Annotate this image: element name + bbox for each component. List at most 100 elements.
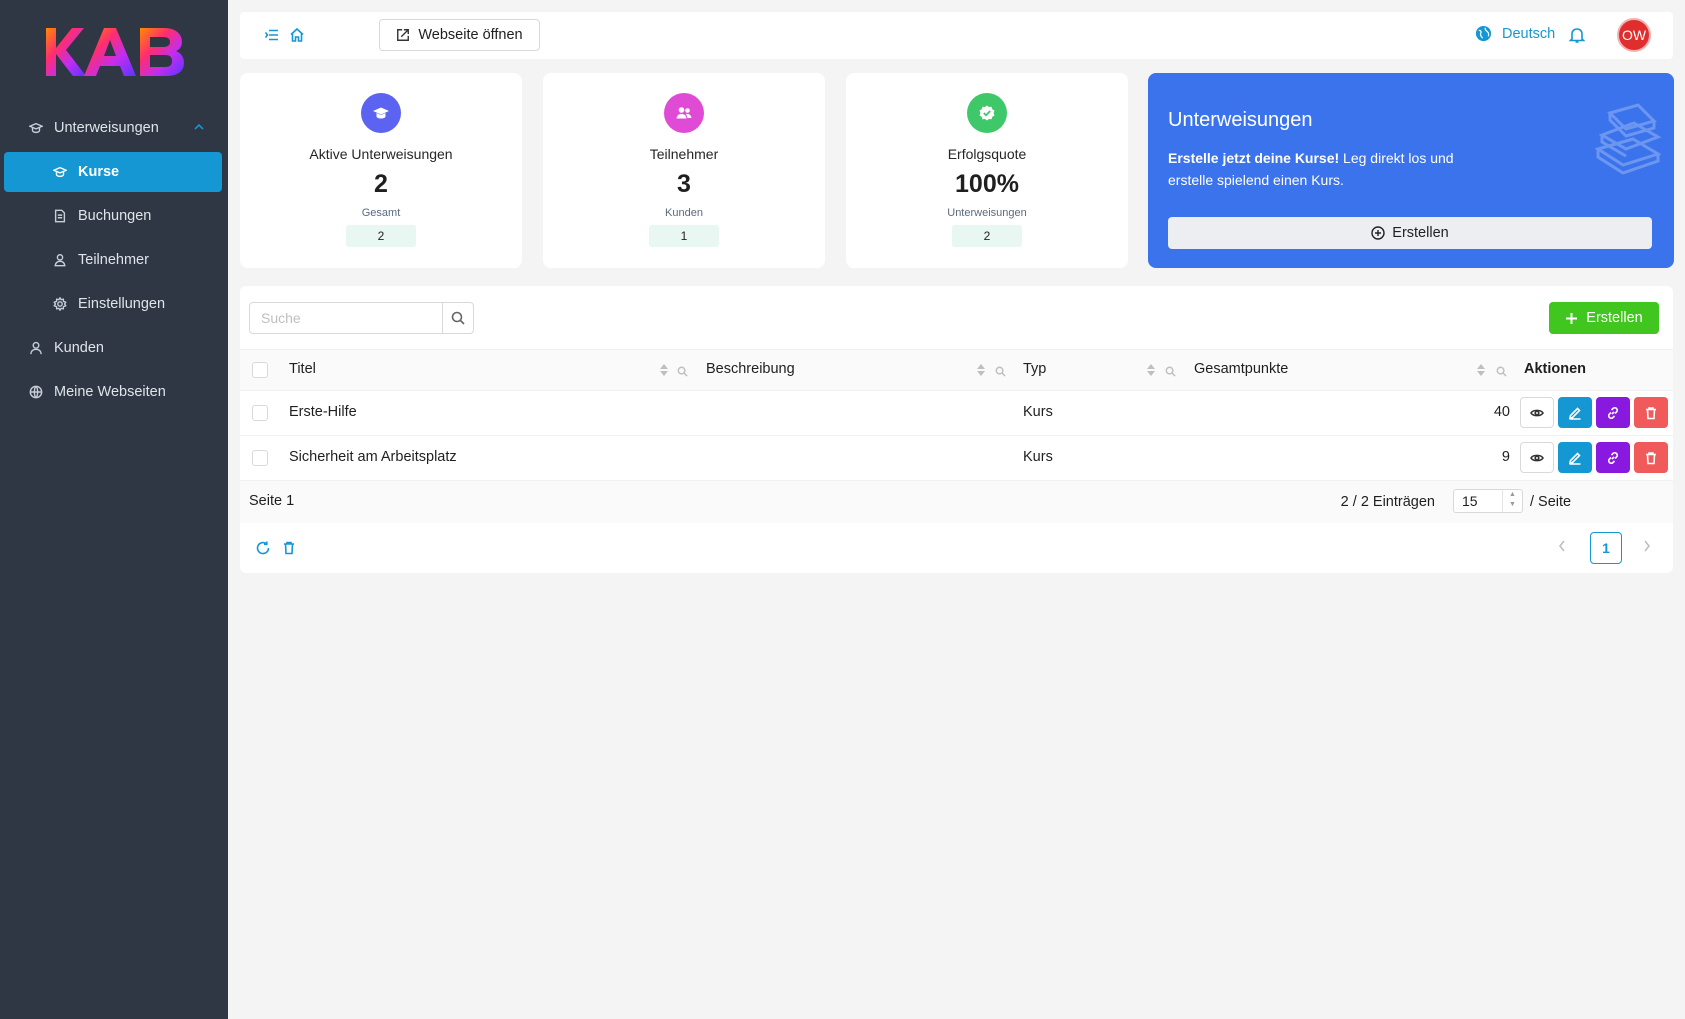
gear-icon <box>52 296 68 312</box>
stat-card-success-rate: Erfolgsquote 100% Unterweisungen 2 <box>846 73 1128 268</box>
person-icon <box>52 252 68 268</box>
edit-button[interactable] <box>1558 442 1592 473</box>
search-box <box>249 302 474 334</box>
page-label: Seite 1 <box>249 493 295 509</box>
promo-title: Unterweisungen <box>1168 109 1313 131</box>
table-footer: Seite 1 2 / 2 Einträgen 15 ▲ ▼ / Seite <box>240 481 1673 523</box>
eye-icon <box>1530 409 1544 416</box>
page-size-stepper[interactable]: 15 ▲ ▼ <box>1453 489 1523 513</box>
trash-icon <box>1646 451 1656 464</box>
sidebar-item-kunden[interactable]: Kunden <box>0 326 228 370</box>
language-label: Deutsch <box>1502 25 1556 42</box>
filter-search-icon[interactable] <box>677 364 689 377</box>
graduation-cap-icon <box>52 164 68 180</box>
cell-points: 9 <box>1501 449 1510 465</box>
stat-sub-label: Kunden <box>665 207 703 219</box>
users-icon <box>664 93 704 133</box>
language-selector[interactable]: Deutsch <box>1475 25 1555 42</box>
stat-badge: 2 <box>952 225 1022 247</box>
stat-label: Aktive Unterweisungen <box>309 146 453 162</box>
filter-search-icon[interactable] <box>1165 364 1177 377</box>
column-header-total-points[interactable]: Gesamtpunkte <box>1194 361 1288 377</box>
sidebar-item-einstellungen[interactable]: Einstellungen <box>0 282 228 326</box>
column-header-description[interactable]: Beschreibung <box>706 361 795 377</box>
sidebar-item-unterweisungen[interactable]: Unterweisungen <box>0 106 228 150</box>
table-row: Erste-Hilfe Kurs 40 <box>240 391 1673 436</box>
sidebar-item-label: Einstellungen <box>78 296 166 312</box>
edit-button[interactable] <box>1558 397 1592 428</box>
courses-table-panel: Erstellen Titel Beschreibung Typ Gesamtp… <box>240 286 1673 573</box>
filter-search-icon[interactable] <box>995 364 1007 377</box>
link-icon <box>1607 451 1619 464</box>
plus-circle-icon <box>1371 226 1385 240</box>
chevron-up-icon <box>194 123 204 130</box>
stepper-arrows-icon[interactable]: ▲ ▼ <box>1502 490 1522 512</box>
cell-type: Kurs <box>1023 404 1053 420</box>
sidebar-item-label: Meine Webseiten <box>54 384 166 400</box>
link-icon <box>1607 406 1619 419</box>
brand-logo <box>46 28 184 76</box>
eye-icon <box>1530 454 1544 461</box>
create-button[interactable]: Erstellen <box>1549 302 1659 334</box>
chevron-right-icon[interactable] <box>1642 539 1656 557</box>
stat-value: 3 <box>677 170 691 198</box>
bell-icon[interactable] <box>1568 26 1586 44</box>
cell-title: Erste-Hilfe <box>289 404 357 420</box>
stat-label: Erfolgsquote <box>947 146 1027 162</box>
refresh-icon[interactable] <box>255 540 271 556</box>
per-page-label: / Seite <box>1530 494 1572 510</box>
promo-create-button[interactable]: Erstellen <box>1168 217 1652 249</box>
filter-search-icon[interactable] <box>1496 364 1508 377</box>
table-row: Sicherheit am Arbeitsplatz Kurs 9 <box>240 436 1673 481</box>
open-website-label: Webseite öffnen <box>418 27 523 43</box>
column-header-type[interactable]: Typ <box>1023 361 1046 377</box>
cell-points: 40 <box>1493 404 1510 420</box>
menu-collapse-icon[interactable] <box>264 27 280 43</box>
pencil-icon <box>1568 406 1581 420</box>
top-bar: Webseite öffnen Deutsch OW <box>240 12 1673 59</box>
link-button[interactable] <box>1596 397 1630 428</box>
row-checkbox[interactable] <box>252 450 268 466</box>
promo-text: Erstelle jetzt deine Kurse! Leg direkt l… <box>1168 147 1468 191</box>
sort-icon[interactable] <box>976 363 986 377</box>
search-icon <box>451 311 465 325</box>
home-icon[interactable] <box>289 27 305 43</box>
entries-count: 2 / 2 Einträgen <box>1340 494 1435 510</box>
search-button[interactable] <box>442 303 473 333</box>
trash-icon[interactable] <box>281 540 297 556</box>
chevron-left-icon[interactable] <box>1557 539 1571 557</box>
sidebar-item-teilnehmer[interactable]: Teilnehmer <box>0 238 228 282</box>
delete-button[interactable] <box>1634 397 1668 428</box>
stat-value: 100% <box>955 170 1019 198</box>
create-label: Erstellen <box>1586 310 1643 326</box>
sidebar-item-label: Kunden <box>54 340 104 356</box>
search-input[interactable] <box>250 303 443 333</box>
sidebar-item-buchungen[interactable]: Buchungen <box>0 194 228 238</box>
view-button[interactable] <box>1520 397 1554 428</box>
promo-create-label: Erstellen <box>1392 225 1449 241</box>
stat-badge: 2 <box>346 225 416 247</box>
sidebar: Unterweisungen Kurse Buchungen Teilnehme… <box>0 0 228 1019</box>
sort-icon[interactable] <box>1146 363 1156 377</box>
column-header-actions: Aktionen <box>1524 361 1587 377</box>
open-website-button[interactable]: Webseite öffnen <box>379 19 540 51</box>
sidebar-item-meine-webseiten[interactable]: Meine Webseiten <box>0 370 228 414</box>
view-button[interactable] <box>1520 442 1554 473</box>
sidebar-item-label: Teilnehmer <box>78 252 149 268</box>
delete-button[interactable] <box>1634 442 1668 473</box>
document-icon <box>52 208 68 224</box>
column-header-title[interactable]: Titel <box>289 361 316 377</box>
external-link-icon <box>397 29 410 41</box>
sidebar-item-label: Buchungen <box>78 208 152 224</box>
avatar[interactable]: OW <box>1617 18 1651 52</box>
page-size-value: 15 <box>1462 493 1478 509</box>
sidebar-item-label: Kurse <box>78 164 120 180</box>
pagination-current-page[interactable]: 1 <box>1590 532 1622 564</box>
sidebar-item-kurse[interactable]: Kurse <box>4 152 222 192</box>
link-button[interactable] <box>1596 442 1630 473</box>
user-icon <box>28 340 44 356</box>
row-checkbox[interactable] <box>252 405 268 421</box>
sort-icon[interactable] <box>659 363 669 377</box>
select-all-checkbox[interactable] <box>252 362 268 378</box>
sort-icon[interactable] <box>1476 363 1486 377</box>
